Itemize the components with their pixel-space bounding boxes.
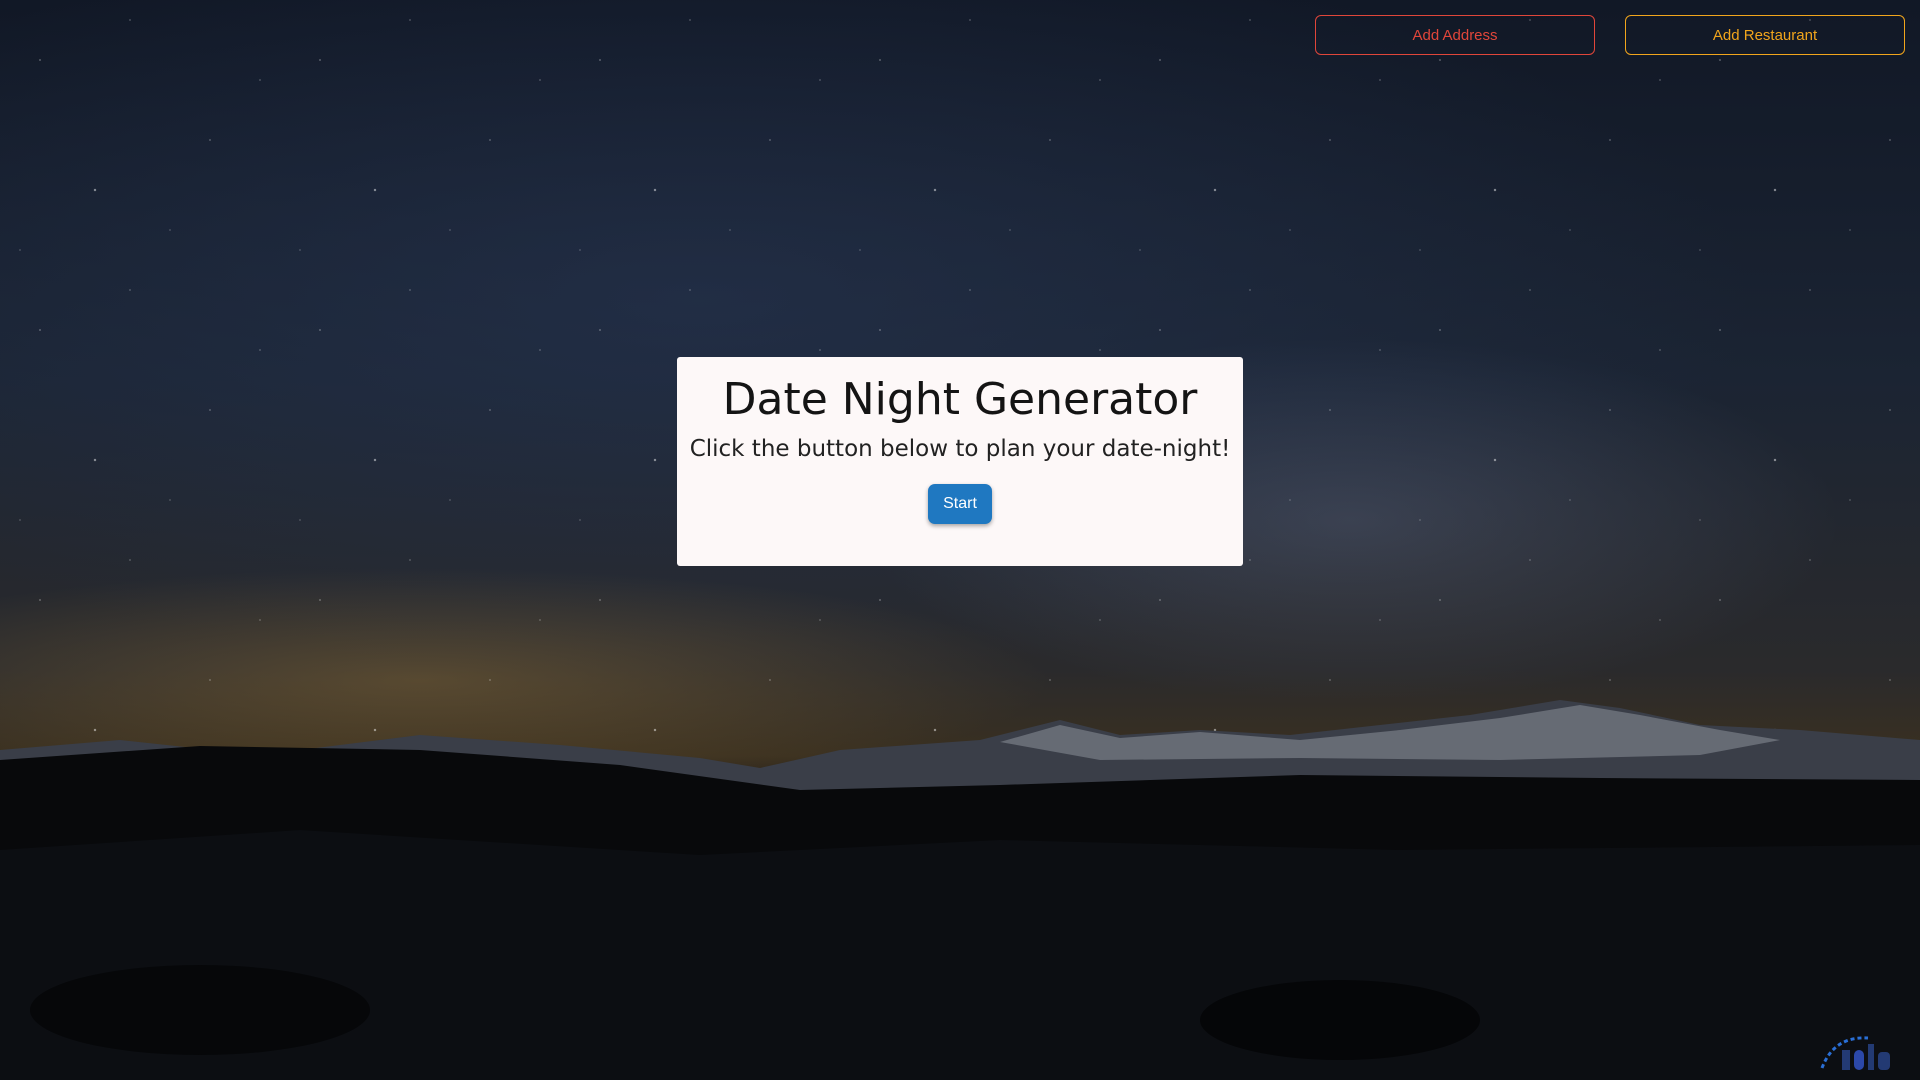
background-mountains [0,700,1920,1080]
add-restaurant-button[interactable]: Add Restaurant [1625,15,1905,55]
page-title: Date Night Generator [722,374,1198,425]
add-address-button[interactable]: Add Address [1315,15,1595,55]
brand-logo-icon [1820,1036,1890,1070]
date-night-card: Date Night Generator Click the button be… [677,357,1243,566]
start-button[interactable]: Start [928,483,992,524]
page-subtitle: Click the button below to plan your date… [689,435,1231,462]
